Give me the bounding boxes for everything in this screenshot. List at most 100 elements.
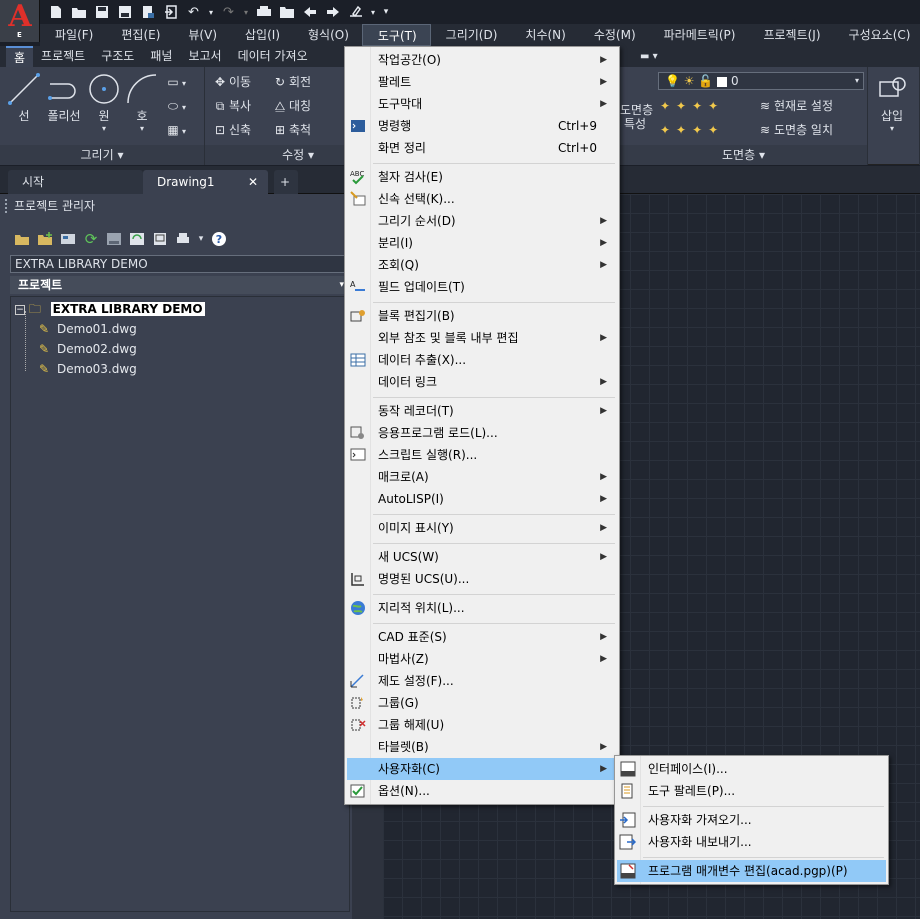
- tree-file-demo01[interactable]: ✎ Demo01.dwg: [39, 320, 137, 338]
- redo-icon[interactable]: ↷: [219, 3, 238, 21]
- menu-item-tools_menu-7[interactable]: 신속 선택(K)...: [347, 188, 617, 210]
- menu-item-tools_menu-19[interactable]: 응용프로그램 로드(L)...: [347, 422, 617, 444]
- menu-item-tools_menu-37[interactable]: 사용자화(C) ▶: [347, 758, 617, 780]
- save-as-icon[interactable]: [115, 3, 134, 21]
- menu-view[interactable]: 뷰(V): [173, 24, 230, 46]
- menu-item-tools_menu-33[interactable]: 제도 설정(F)...: [347, 670, 617, 692]
- tab-start[interactable]: 시작: [8, 170, 143, 194]
- match-layer-button[interactable]: ≋ 도면층 일치: [756, 119, 833, 141]
- ribbon-options-icon[interactable]: ▬ ▾: [632, 46, 666, 67]
- menu-edit[interactable]: 편집(E): [106, 24, 173, 46]
- menu-item-customize_menu-0[interactable]: 인터페이스(I)...: [617, 758, 886, 780]
- menu-item-customize_menu-3[interactable]: 사용자화 가져오기...: [617, 809, 886, 831]
- menu-item-tools_menu-38[interactable]: 옵션(N)...: [347, 780, 617, 802]
- tab-project[interactable]: 프로젝트: [33, 46, 93, 67]
- menu-item-tools_menu-22[interactable]: AutoLISP(I) ▶: [347, 488, 617, 510]
- folder-icon[interactable]: [277, 3, 296, 21]
- menu-item-tools_menu-6[interactable]: ABC 철자 검사(E): [347, 166, 617, 188]
- customize-qat-icon[interactable]: ▾: [381, 3, 391, 21]
- insert-block-button[interactable]: 삽입 ▾: [872, 71, 912, 133]
- modify-panel-label[interactable]: 수정 ▾: [205, 145, 344, 165]
- menu-item-tools_menu-24[interactable]: 이미지 표시(Y) ▶: [347, 517, 617, 539]
- title-block-icon[interactable]: [104, 230, 124, 248]
- layer-properties-button[interactable]: 도면층 특성: [620, 103, 653, 131]
- tree-root-project[interactable]: − 🗀 EXTRA LIBRARY DEMO: [15, 300, 205, 318]
- new-file-icon[interactable]: [46, 3, 65, 21]
- menu-dimension[interactable]: 치수(N): [510, 24, 578, 46]
- tab-reports[interactable]: 보고서: [180, 46, 229, 67]
- layer-tools-row-2[interactable]: ✦✦✦✦: [660, 119, 724, 141]
- new-tab-button[interactable]: +: [274, 170, 298, 194]
- menu-modify[interactable]: 수정(M): [579, 24, 649, 46]
- menu-item-tools_menu-35[interactable]: 그룹 해제(U): [347, 714, 617, 736]
- tab-home[interactable]: 홈: [6, 46, 34, 67]
- new-project-icon[interactable]: [35, 230, 55, 248]
- ellipse-tool[interactable]: ⬭ ▾: [164, 95, 186, 117]
- menu-file[interactable]: 파일(F): [40, 24, 106, 46]
- menu-item-tools_menu-20[interactable]: 스크립트 실행(R)...: [347, 444, 617, 466]
- menu-item-tools_menu-29[interactable]: 지리적 위치(L)...: [347, 597, 617, 619]
- menu-item-tools_menu-21[interactable]: 매크로(A) ▶: [347, 466, 617, 488]
- back-arrow-icon[interactable]: [300, 3, 319, 21]
- menu-item-tools_menu-4[interactable]: 화면 정리 Ctrl+0: [347, 137, 617, 159]
- menu-components[interactable]: 구성요소(C): [834, 24, 920, 46]
- undo-icon[interactable]: ↶: [184, 3, 203, 21]
- workspace-dropdown-icon[interactable]: ▾: [369, 3, 377, 21]
- polyline-tool[interactable]: 폴리선: [44, 71, 84, 124]
- menu-item-tools_menu-14[interactable]: 외부 참조 및 블록 내부 편집 ▶: [347, 327, 617, 349]
- menu-item-tools_menu-13[interactable]: 블록 편집기(B): [347, 305, 617, 327]
- menu-item-tools_menu-36[interactable]: 타블렛(B) ▶: [347, 736, 617, 758]
- project-properties-icon[interactable]: [58, 230, 78, 248]
- draw-panel-label[interactable]: 그리기 ▾: [0, 145, 204, 165]
- palette-grip-icon[interactable]: [5, 199, 9, 213]
- menu-item-tools_menu-15[interactable]: 데이터 추출(X)...: [347, 349, 617, 371]
- tab-panel[interactable]: 패널: [142, 46, 180, 67]
- menu-item-tools_menu-18[interactable]: 동작 레코더(T) ▶: [347, 400, 617, 422]
- help-icon[interactable]: ?: [209, 230, 229, 248]
- layer-dropdown[interactable]: 💡 ☀ 🔓 0 ▾: [658, 72, 864, 90]
- reports-icon[interactable]: [150, 230, 170, 248]
- menu-item-tools_menu-3[interactable]: 명령행 Ctrl+9: [347, 115, 617, 137]
- tree-file-demo02[interactable]: ✎ Demo02.dwg: [39, 340, 137, 358]
- menu-item-tools_menu-11[interactable]: A 필드 업데이트(T): [347, 276, 617, 298]
- more-dropdown-icon[interactable]: ▾: [196, 230, 206, 248]
- refresh-icon[interactable]: ⟳: [81, 230, 101, 248]
- application-menu-button[interactable]: A E: [0, 0, 40, 42]
- undo-dropdown-icon[interactable]: ▾: [207, 3, 215, 21]
- menu-item-tools_menu-34[interactable]: 그룹(G): [347, 692, 617, 714]
- arc-tool[interactable]: 호 ▾: [122, 71, 162, 133]
- stretch-tool[interactable]: ⊡ 신축: [211, 119, 251, 141]
- publish-icon[interactable]: [138, 3, 157, 21]
- menu-item-tools_menu-9[interactable]: 분리(I) ▶: [347, 232, 617, 254]
- plot-icon[interactable]: [254, 3, 273, 21]
- open-project-icon[interactable]: [12, 230, 32, 248]
- menu-insert[interactable]: 삽입(I): [230, 24, 293, 46]
- menu-format[interactable]: 형식(O): [293, 24, 362, 46]
- menu-item-tools_menu-27[interactable]: 명명된 UCS(U)...: [347, 568, 617, 590]
- menu-item-tools_menu-8[interactable]: 그리기 순서(D) ▶: [347, 210, 617, 232]
- layers-panel-label[interactable]: 도면층 ▾: [620, 145, 867, 165]
- menu-item-customize_menu-1[interactable]: 도구 팔레트(P)...: [617, 780, 886, 802]
- menu-tools[interactable]: 도구(T): [361, 24, 431, 46]
- tab-drawing1[interactable]: Drawing1 ✕: [143, 170, 268, 194]
- menu-item-tools_menu-16[interactable]: 데이터 링크 ▶: [347, 371, 617, 393]
- copy-tool[interactable]: ⧉ 복사: [211, 95, 251, 117]
- insert-dropdown-icon[interactable]: ▾: [872, 124, 912, 133]
- sync-icon[interactable]: [127, 230, 147, 248]
- line-tool[interactable]: 선: [4, 71, 44, 124]
- rotate-tool[interactable]: ↻ 회전: [271, 71, 311, 93]
- circle-dropdown-icon[interactable]: ▾: [84, 124, 124, 133]
- forward-arrow-icon[interactable]: [323, 3, 342, 21]
- menu-item-customize_menu-6[interactable]: 프로그램 매개변수 편집(acad.pgp)(P): [617, 860, 886, 882]
- menu-item-tools_menu-1[interactable]: 팔레트 ▶: [347, 71, 617, 93]
- menu-project[interactable]: 프로젝트(J): [748, 24, 833, 46]
- import-icon[interactable]: [161, 3, 180, 21]
- mirror-tool[interactable]: ⧋ 대칭: [271, 95, 311, 117]
- move-tool[interactable]: ✥ 이동: [211, 71, 251, 93]
- save-icon[interactable]: [92, 3, 111, 21]
- workspace-icon[interactable]: [346, 3, 365, 21]
- arc-dropdown-icon[interactable]: ▾: [122, 124, 162, 133]
- menu-item-tools_menu-31[interactable]: CAD 표준(S) ▶: [347, 626, 617, 648]
- menu-item-tools_menu-2[interactable]: 도구막대 ▶: [347, 93, 617, 115]
- tab-import-data[interactable]: 데이터 가져오: [230, 46, 316, 67]
